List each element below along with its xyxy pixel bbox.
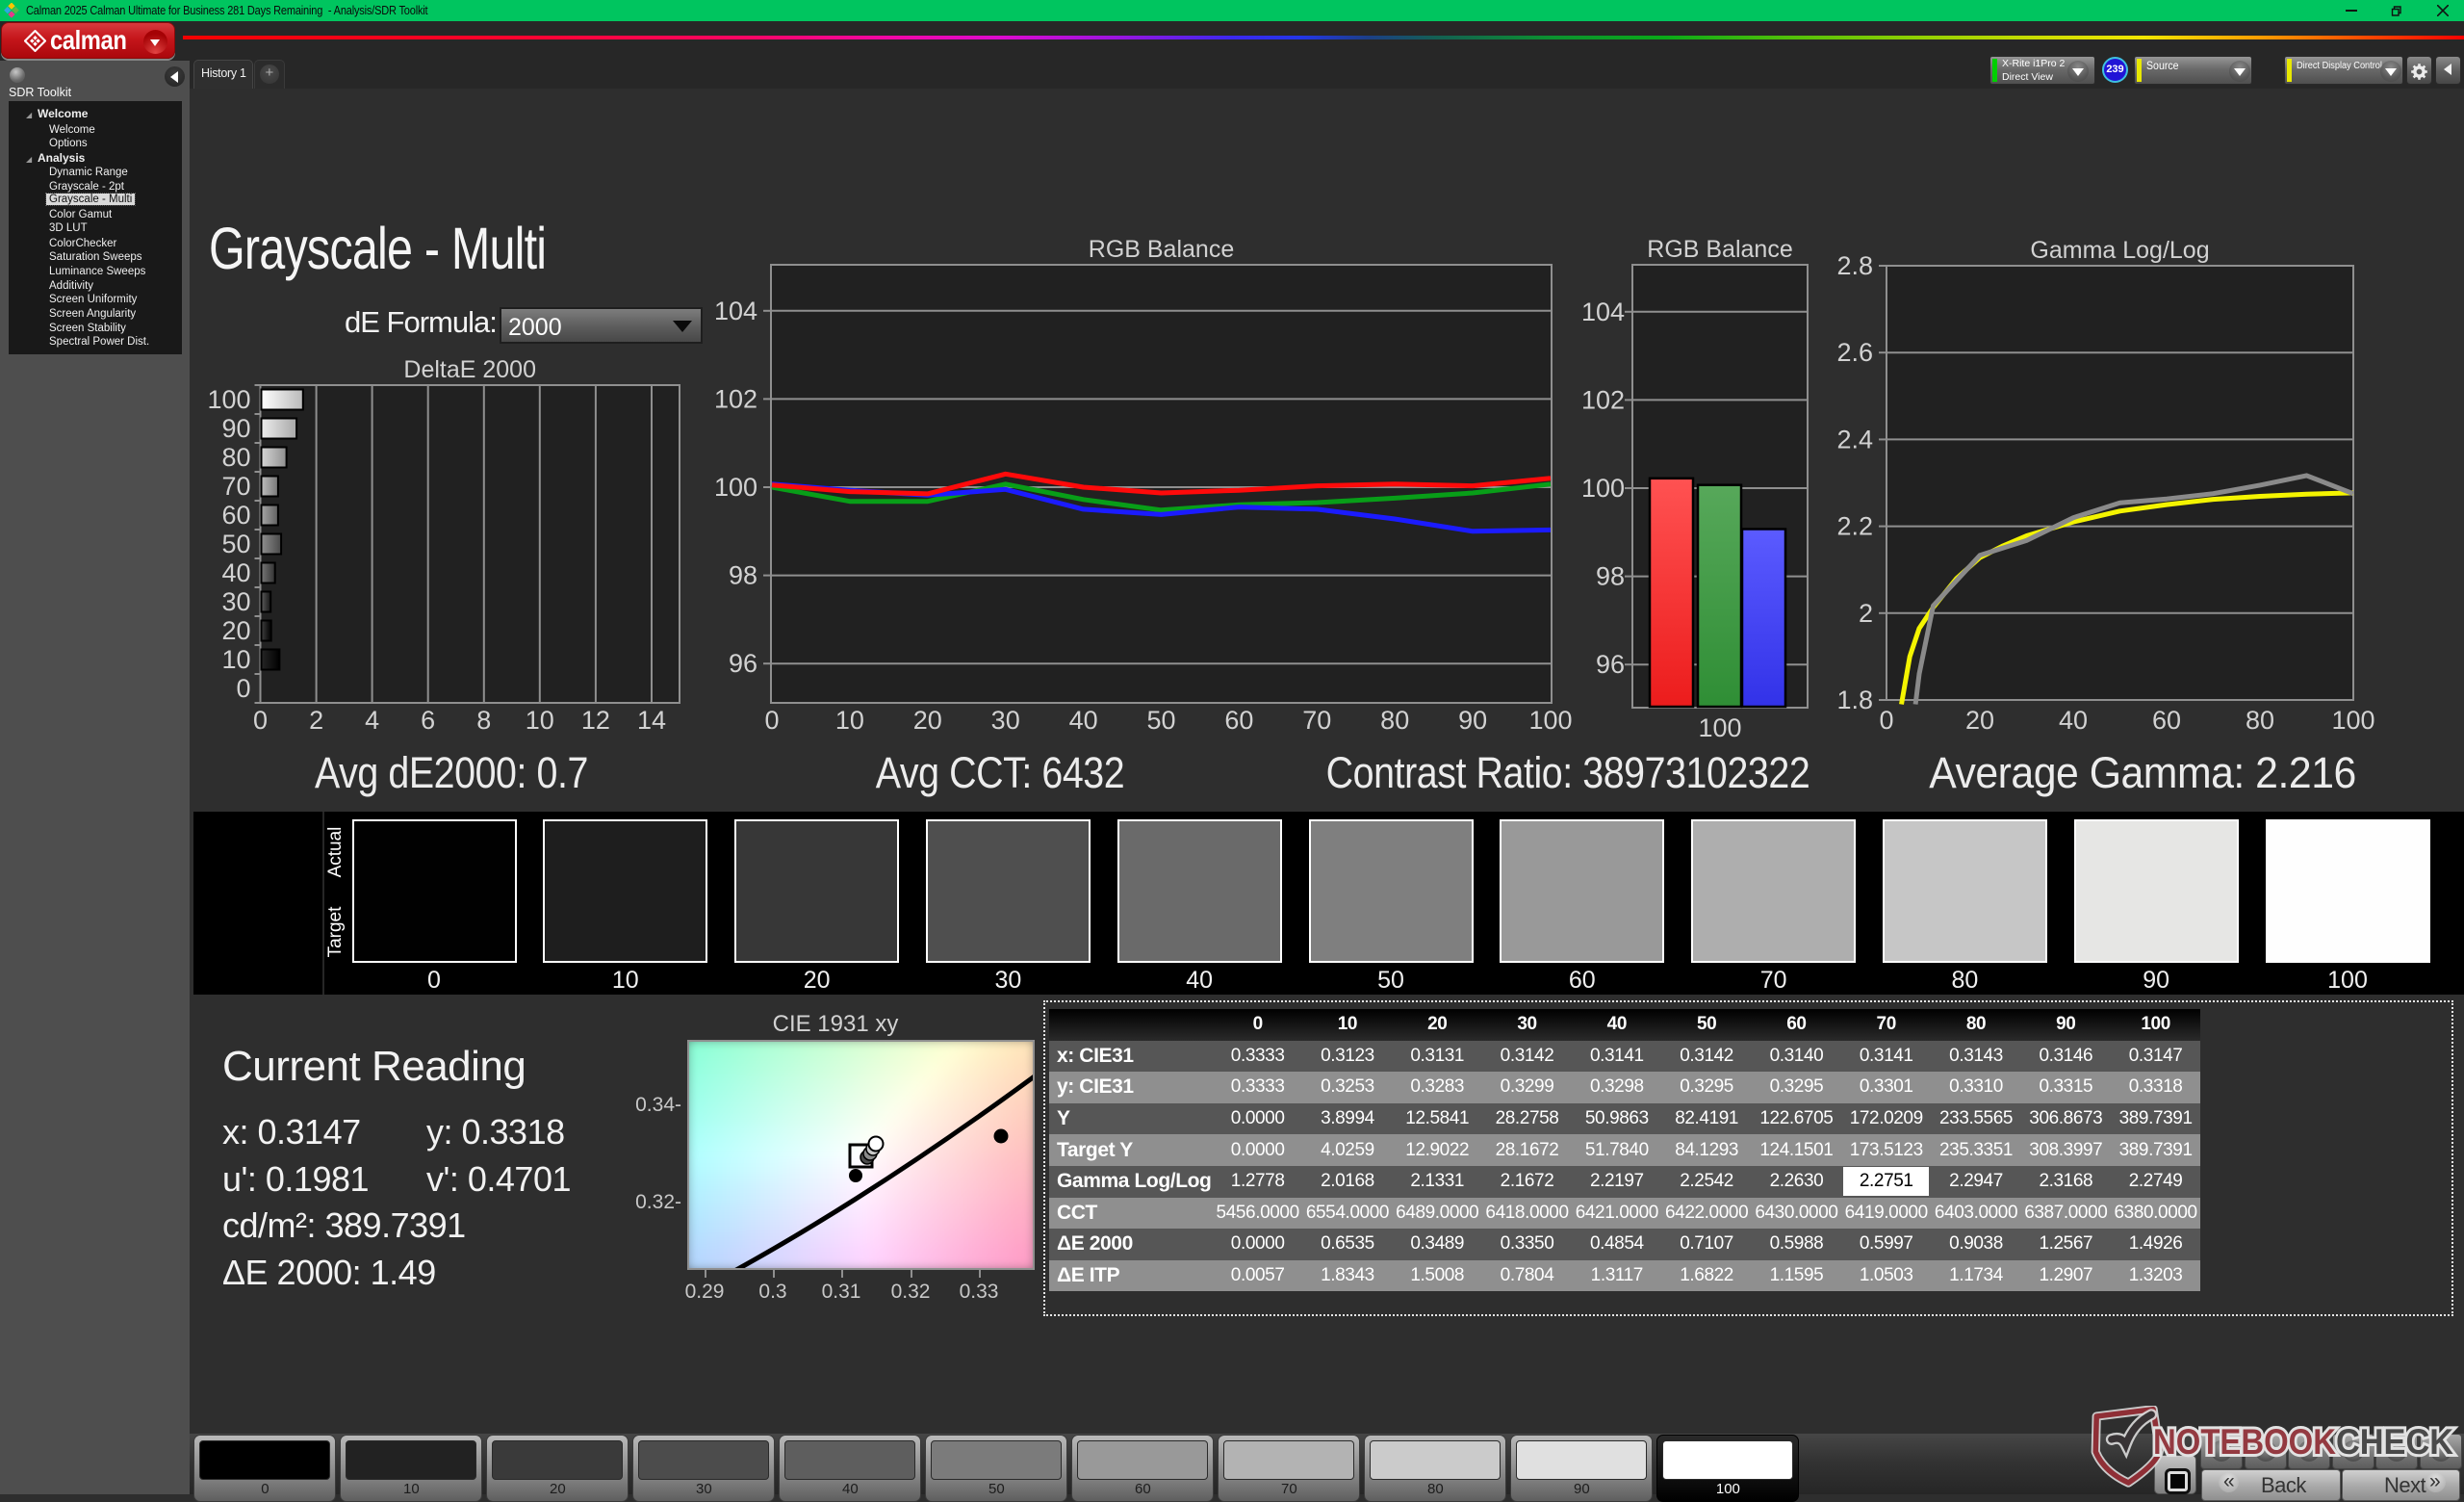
svg-text:14: 14 bbox=[637, 706, 666, 735]
svg-text:104: 104 bbox=[714, 297, 757, 325]
svg-text:0: 0 bbox=[1879, 706, 1893, 735]
svg-text:80: 80 bbox=[2246, 706, 2274, 735]
svg-text:102: 102 bbox=[714, 384, 757, 413]
svg-text:6: 6 bbox=[421, 706, 435, 735]
svg-text:0: 0 bbox=[764, 706, 779, 735]
svg-text:80: 80 bbox=[221, 443, 250, 472]
svg-text:0: 0 bbox=[236, 674, 250, 703]
svg-text:20: 20 bbox=[221, 616, 250, 645]
svg-text:50: 50 bbox=[221, 530, 250, 558]
svg-text:2.8: 2.8 bbox=[1836, 251, 1873, 280]
svg-text:8: 8 bbox=[476, 706, 491, 735]
svg-text:2.6: 2.6 bbox=[1836, 338, 1873, 367]
svg-text:40: 40 bbox=[2059, 706, 2088, 735]
svg-text:0: 0 bbox=[253, 706, 268, 735]
svg-text:20: 20 bbox=[913, 706, 942, 735]
svg-text:30: 30 bbox=[221, 587, 250, 616]
svg-text:10: 10 bbox=[526, 706, 554, 735]
svg-text:RGB Balance: RGB Balance bbox=[1647, 236, 1792, 263]
svg-text:30: 30 bbox=[991, 706, 1020, 735]
svg-text:2.2: 2.2 bbox=[1836, 512, 1873, 541]
svg-text:20: 20 bbox=[1965, 706, 1994, 735]
svg-text:40: 40 bbox=[1069, 706, 1098, 735]
svg-text:90: 90 bbox=[1458, 706, 1487, 735]
svg-text:40: 40 bbox=[221, 558, 250, 587]
svg-text:NOTEBOOK: NOTEBOOK bbox=[2153, 1422, 2336, 1462]
svg-text:12: 12 bbox=[581, 706, 610, 735]
svg-text:102: 102 bbox=[1581, 385, 1625, 414]
svg-text:104: 104 bbox=[1581, 298, 1625, 326]
svg-text:70: 70 bbox=[221, 472, 250, 501]
svg-text:2: 2 bbox=[309, 706, 323, 735]
svg-text:CHECK: CHECK bbox=[2336, 1422, 2453, 1462]
svg-text:RGB Balance: RGB Balance bbox=[1089, 236, 1234, 263]
svg-text:98: 98 bbox=[729, 561, 757, 590]
svg-text:98: 98 bbox=[1596, 562, 1625, 591]
svg-text:10: 10 bbox=[221, 645, 250, 674]
svg-text:1.8: 1.8 bbox=[1836, 686, 1873, 714]
svg-text:100: 100 bbox=[1528, 706, 1572, 735]
svg-text:60: 60 bbox=[2152, 706, 2181, 735]
svg-text:100: 100 bbox=[207, 385, 250, 414]
svg-text:96: 96 bbox=[729, 649, 757, 678]
svg-text:100: 100 bbox=[714, 473, 757, 502]
svg-text:80: 80 bbox=[1380, 706, 1409, 735]
svg-text:10: 10 bbox=[835, 706, 864, 735]
svg-text:60: 60 bbox=[1224, 706, 1253, 735]
svg-text:60: 60 bbox=[221, 501, 250, 530]
svg-text:100: 100 bbox=[1698, 713, 1741, 742]
svg-text:2: 2 bbox=[1859, 599, 1873, 628]
svg-text:2.4: 2.4 bbox=[1836, 425, 1873, 453]
svg-text:90: 90 bbox=[221, 414, 250, 443]
svg-text:50: 50 bbox=[1146, 706, 1175, 735]
svg-text:70: 70 bbox=[1302, 706, 1331, 735]
svg-text:100: 100 bbox=[1581, 474, 1625, 503]
svg-text:4: 4 bbox=[365, 706, 379, 735]
svg-text:DeltaE 2000: DeltaE 2000 bbox=[403, 356, 536, 383]
svg-text:100: 100 bbox=[2331, 706, 2374, 735]
svg-text:96: 96 bbox=[1596, 650, 1625, 679]
svg-text:Gamma Log/Log: Gamma Log/Log bbox=[2030, 237, 2209, 264]
